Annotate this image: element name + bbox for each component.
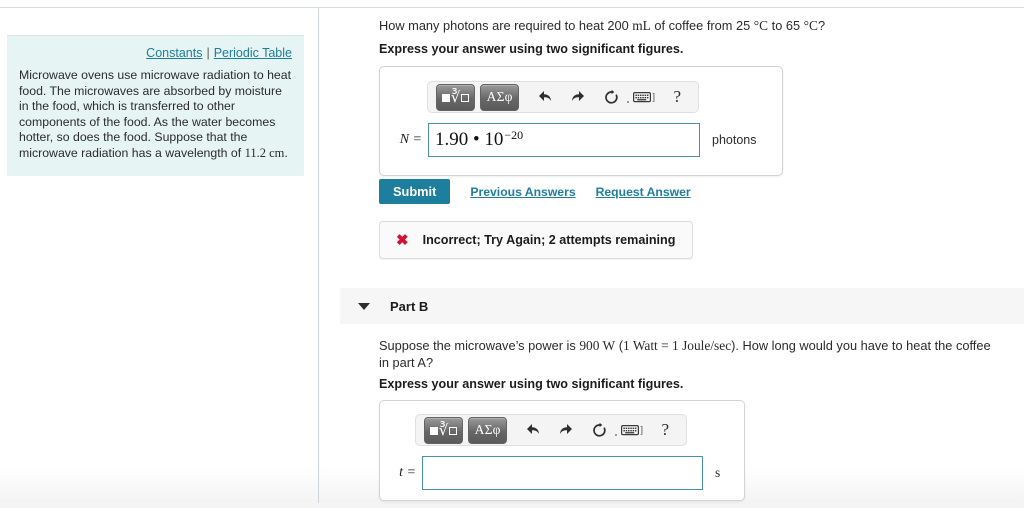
reset-icon[interactable] [587,417,612,443]
page-root: Constants | Periodic Table Microwave ovens… [0,0,1024,508]
part-a-answer-input[interactable]: 1.90 • 10 −20 [428,123,700,157]
part-b-question: Suppose the microwave’s power is 900 W (… [379,337,1003,371]
question-a-volume-unit: mL [632,18,651,33]
undo-icon[interactable] [532,84,557,110]
right-pane: How many photons are required to heat 20… [319,0,1024,508]
question-a-end: ? [817,18,826,33]
math-template-button[interactable]: ∛ [424,416,464,444]
keyboard-tail-glyph: ] [651,91,656,103]
part-b-answer-widget: ∛ ΑΣφ] ? t = s [379,400,745,501]
question-a-mid: of coffee from 25 [650,18,754,33]
info-links: Constants | Periodic Table [19,46,292,60]
help-icon[interactable]: ? [665,84,690,110]
question-b-lead: Suppose the microwave’s power is [379,338,580,353]
keyboard-icon[interactable]: ] [631,84,656,110]
previous-answers-link[interactable]: Previous Answers [470,185,575,199]
x-mark-icon: ✖ [396,231,409,249]
part-b-variable-label: t = [399,465,416,480]
math-template-button[interactable]: ∛ [436,83,476,111]
caret-down-icon[interactable] [358,302,370,310]
help-icon[interactable]: ? [653,417,678,443]
part-a-feedback-banner: ✖ Incorrect; Try Again; 2 attempts remai… [379,221,693,259]
part-a-submit-row: Submit Previous Answers Request Answer [379,179,691,204]
question-a-temp-start: °C [753,18,769,33]
part-b-answer-row: t = s [388,456,720,490]
part-a-question: How many photons are required to heat 20… [379,17,999,34]
greek-symbols-button[interactable]: ΑΣφ [468,416,508,444]
part-a-answer-mantissa: 1.90 • 10 [435,129,504,150]
submit-button[interactable]: Submit [379,179,451,204]
problem-intro-text: Microwave ovens use microwave radiation … [19,68,292,162]
link-separator: | [206,46,210,60]
reset-icon[interactable] [599,84,624,110]
toolbar-dot-separator [615,434,618,436]
constants-link[interactable]: Constants [146,46,202,60]
part-a-instruction: Express your answer using two significan… [379,42,684,56]
math-template-icon: ∛ [429,423,458,439]
part-a-toolbar: ∛ ΑΣφ] ? [427,81,699,113]
part-b-toolbar: ∛ ΑΣφ] ? [415,414,687,446]
part-a-variable-label: N = [399,132,422,147]
part-b-title: Part B [390,298,429,314]
question-a-mid2: to 65 [768,18,804,33]
math-template-icon: ∛ [441,90,470,106]
intro-wavelength-value: 11.2 cm [244,145,285,160]
redo-icon[interactable] [566,84,591,110]
part-b-instruction: Express your answer using two significan… [379,377,684,391]
question-a-lead: How many photons are required to heat 20… [379,18,633,33]
redo-icon[interactable] [554,417,579,443]
part-a-answer-widget: ∛ ΑΣφ] ? N = 1.90 • 10 −20 photons [379,66,783,176]
problem-info-box: Constants | Periodic Table Microwave ovens… [7,35,304,176]
question-b-power: 900 W [579,338,616,353]
periodic-table-link[interactable]: Periodic Table [214,46,292,60]
intro-text-tail: . [284,145,288,160]
request-answer-link[interactable]: Request Answer [596,185,691,199]
left-pane: Constants | Periodic Table Microwave ovens… [0,0,318,508]
question-b-paren-open: ( [615,338,624,353]
part-b-unit-label: s [715,465,721,480]
question-a-temp-end: °C [803,18,818,33]
part-a-unit-label: photons [712,133,757,147]
part-b-header[interactable]: Part B [340,288,1024,324]
undo-icon[interactable] [520,417,545,443]
question-b-equation: 1 Watt = 1 Joule/sec [623,338,732,353]
part-b-answer-input[interactable] [422,456,703,490]
feedback-message: Incorrect; Try Again; 2 attempts remaini… [422,233,676,247]
keyboard-icon[interactable]: ] [619,417,644,443]
keyboard-tail-glyph: ] [639,424,644,436]
part-a-answer-exponent: −20 [504,127,524,142]
greek-symbols-button[interactable]: ΑΣφ [480,83,520,111]
toolbar-dot-separator [627,101,630,103]
part-a-answer-row: N = 1.90 • 10 −20 photons [394,123,756,157]
